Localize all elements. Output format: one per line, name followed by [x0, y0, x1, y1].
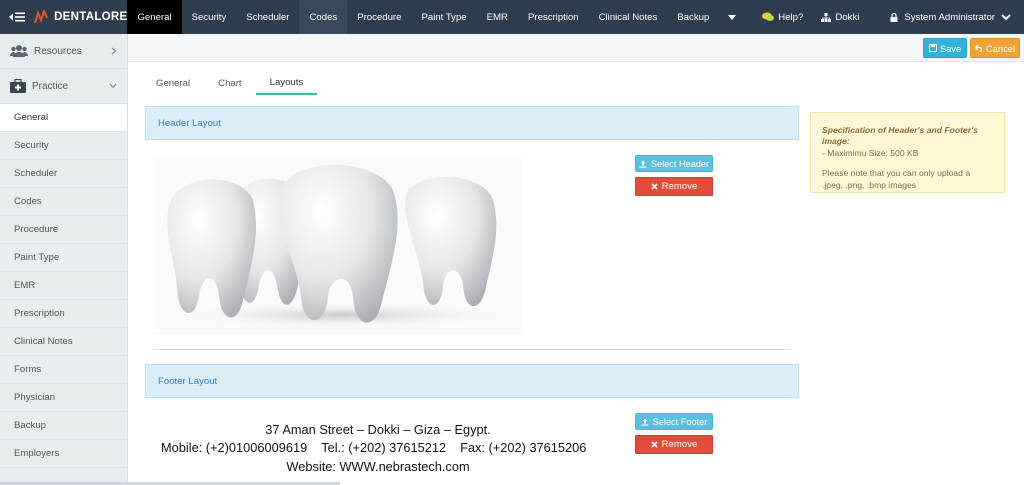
spec-title: Specification of Header's and Footer's i…: [822, 125, 978, 147]
save-button[interactable]: Save: [923, 38, 967, 58]
remove-footer-label: Remove: [661, 439, 698, 450]
sidebar: Resources Practice General Security Sche…: [0, 34, 128, 485]
header-layout-title: Header Layout: [145, 106, 799, 140]
floppy-icon: [928, 44, 937, 52]
header-image-preview: [153, 155, 522, 335]
tab-general[interactable]: General: [142, 71, 204, 95]
image-specification-note: Specification of Header's and Footer's i…: [810, 112, 1005, 193]
sidebar-item-backup[interactable]: Backup: [0, 412, 127, 440]
upload-icon: [641, 418, 649, 426]
footer-address: 37 Aman Street – Dokki – Giza – Egypt.: [265, 422, 491, 437]
upload-icon: [639, 160, 647, 168]
footer-website: Website: WWW.nebrastech.com: [286, 459, 470, 474]
undo-icon: [974, 44, 982, 52]
sidebar-item-scheduler[interactable]: Scheduler: [0, 160, 127, 188]
help-link[interactable]: Help?: [753, 0, 812, 34]
sidebar-group-practice[interactable]: Practice: [0, 69, 127, 104]
cancel-button[interactable]: Cancel: [970, 38, 1020, 58]
lock-icon: [890, 12, 898, 22]
nav-scheduler[interactable]: Scheduler: [236, 0, 299, 34]
sidebar-item-emr[interactable]: EMR: [0, 272, 127, 300]
main-nav: General Security Scheduler Codes Procedu…: [127, 0, 745, 34]
spec-size: - Maximimu Size: 500 KB: [822, 147, 919, 158]
sidebar-item-procedure[interactable]: Procedure: [0, 216, 127, 244]
settings-tabs: General Chart Layouts: [142, 71, 318, 95]
teeth-image: [153, 155, 522, 335]
tab-chart[interactable]: Chart: [204, 71, 255, 95]
action-bar: Save Cancel: [128, 34, 1024, 62]
save-label: Save: [939, 42, 962, 54]
remove-header-button[interactable]: Remove: [635, 177, 713, 196]
branch-selector[interactable]: Dokki: [812, 0, 868, 34]
dentalore-logo-icon: [34, 10, 48, 24]
chevron-down-icon: [1001, 13, 1011, 20]
close-icon: [651, 183, 658, 190]
footer-fax: Fax: (+202) 37615206: [460, 440, 587, 455]
caret-down-icon: [728, 14, 737, 20]
sidebar-item-general[interactable]: General: [0, 104, 127, 132]
brand-logo[interactable]: DENTALORE: [34, 0, 127, 34]
sidebar-item-paint-type[interactable]: Paint Type: [0, 244, 127, 272]
brand-name: DENTALORE: [54, 11, 128, 23]
nav-prescription[interactable]: Prescription: [518, 0, 589, 34]
remove-header-label: Remove: [661, 181, 698, 192]
branch-label: Dokki: [835, 11, 860, 23]
nav-emr[interactable]: EMR: [477, 0, 518, 34]
sidebar-item-employers[interactable]: Employers: [0, 440, 127, 468]
chevron-right-icon: [111, 47, 117, 55]
spec-note-1: Please note that you can only upload a: [822, 168, 971, 179]
spec-note-2: .jpeg, .png, .bmp images: [822, 179, 917, 190]
select-header-button[interactable]: Select Header: [635, 155, 713, 172]
nav-more-dropdown[interactable]: [719, 0, 745, 34]
footer-mobile: Mobile: (+2)01006009619: [161, 440, 308, 455]
nav-right: Help? Dokki System Administrator: [753, 0, 1024, 34]
sidebar-item-physician[interactable]: Physician: [0, 384, 127, 412]
sidebar-group-label: Resources: [34, 45, 82, 57]
nav-backup[interactable]: Backup: [667, 0, 719, 34]
nav-general[interactable]: General: [127, 0, 182, 34]
help-label: Help?: [778, 11, 804, 23]
menu-toggle-button[interactable]: [0, 0, 34, 34]
users-icon: [10, 45, 28, 57]
remove-footer-button[interactable]: Remove: [635, 435, 713, 454]
chat-icon: [762, 12, 775, 21]
sidebar-group-resources[interactable]: Resources: [0, 34, 127, 69]
nav-procedure[interactable]: Procedure: [347, 0, 411, 34]
footer-tel: Tel.: (+202) 37615212: [321, 440, 447, 455]
sidebar-item-forms[interactable]: Forms: [0, 356, 127, 384]
user-menu[interactable]: System Administrator: [868, 0, 1024, 34]
footer-phones: Mobile: (+2)01006009619 Tel.: (+202) 3761…: [161, 440, 586, 455]
section-divider: [153, 349, 790, 350]
chevron-down-icon: [109, 83, 117, 89]
sidebar-item-prescription[interactable]: Prescription: [0, 300, 127, 328]
sidebar-item-clinical-notes[interactable]: Clinical Notes: [0, 328, 127, 356]
main-content: Save Cancel General Chart Layouts Header…: [128, 34, 1024, 485]
sidebar-group-label: Practice: [32, 80, 69, 92]
tab-layouts[interactable]: Layouts: [255, 71, 318, 95]
select-footer-button[interactable]: Select Footer: [635, 413, 713, 430]
menu-toggle-icon: [9, 12, 26, 22]
footer-layout-title: Footer Layout: [145, 364, 799, 398]
nav-security[interactable]: Security: [182, 0, 237, 34]
user-label: System Administrator: [904, 11, 995, 23]
nav-paint-type[interactable]: Paint Type: [411, 0, 476, 34]
nav-codes[interactable]: Codes: [299, 0, 348, 34]
close-icon: [651, 441, 658, 448]
medkit-icon: [10, 79, 26, 93]
nav-clinical-notes[interactable]: Clinical Notes: [589, 0, 668, 34]
sitemap-icon: [821, 12, 832, 22]
sidebar-item-codes[interactable]: Codes: [0, 188, 127, 216]
top-navbar: DENTALORE General Security Scheduler Cod…: [0, 0, 1024, 34]
select-header-label: Select Header: [650, 158, 710, 169]
select-footer-label: Select Footer: [652, 416, 708, 427]
sidebar-item-security[interactable]: Security: [0, 132, 127, 160]
footer-image-preview: 37 Aman Street – Dokki – Giza – Egypt. M…: [153, 413, 603, 485]
cancel-label: Cancel: [985, 42, 1016, 54]
